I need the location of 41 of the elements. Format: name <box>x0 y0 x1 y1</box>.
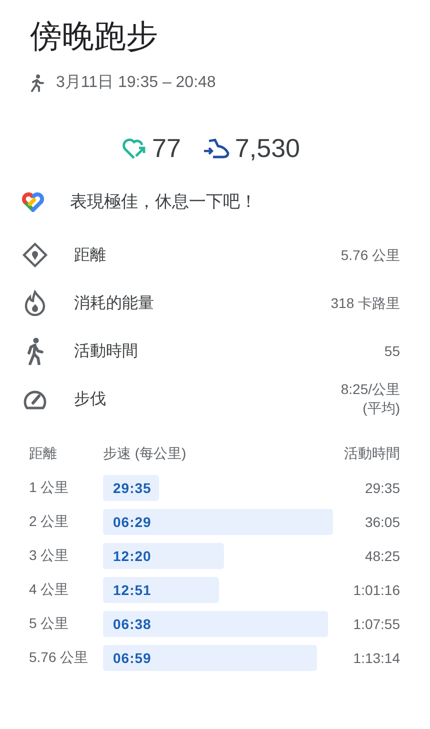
metric-value: 8:25/公里 (平均) <box>340 380 400 418</box>
split-time: 29:35 <box>364 480 400 496</box>
split-distance: 5 公里 <box>29 615 70 633</box>
metric-label: 步伐 <box>74 390 107 410</box>
metric-value: 5.76 公里 <box>340 246 400 264</box>
location-diamond-icon <box>22 242 48 268</box>
pace-value: 12:20 <box>113 547 152 565</box>
metric-value: 318 卡路里 <box>330 294 400 312</box>
column-header: 距離 <box>29 445 58 463</box>
encouragement-message: 表現極佳，休息一下吧！ <box>70 191 257 213</box>
split-distance: 2 公里 <box>29 513 70 531</box>
activity-date-time: 3月11日 19:35 – 20:48 <box>56 73 216 93</box>
pace-value: 06:29 <box>113 513 152 531</box>
column-header: 步速 (每公里) <box>103 445 188 463</box>
pace-value: 06:59 <box>113 649 152 667</box>
metric-label: 活動時間 <box>74 342 139 362</box>
flame-icon <box>24 290 46 316</box>
pace-value: 12:51 <box>113 581 152 599</box>
split-distance: 5.76 公里 <box>29 649 90 667</box>
column-header: 活動時間 <box>343 445 400 463</box>
split-time: 1:13:14 <box>352 650 400 666</box>
split-time: 1:01:16 <box>352 582 400 598</box>
heart-logo-icon <box>22 192 44 212</box>
pace-value: 06:38 <box>113 615 152 633</box>
split-time: 48:25 <box>364 548 400 564</box>
walking-person-icon <box>25 337 45 365</box>
running-person-icon <box>30 74 44 92</box>
pace-value: 29:35 <box>113 479 152 497</box>
heart-arrow-icon <box>122 136 148 160</box>
split-time: 36:05 <box>364 514 400 530</box>
speedometer-icon <box>22 388 48 410</box>
activity-title: 傍晚跑步 <box>30 17 159 56</box>
metric-value: 55 <box>384 342 400 360</box>
metric-label: 消耗的能量 <box>74 294 155 314</box>
heart-points-value: 77 <box>152 133 181 164</box>
metric-label: 距離 <box>74 246 107 266</box>
split-distance: 1 公里 <box>29 479 70 497</box>
split-distance: 3 公里 <box>29 547 70 565</box>
split-time: 1:07:55 <box>352 616 400 632</box>
split-distance: 4 公里 <box>29 581 70 599</box>
steps-value: 7,530 <box>234 133 300 164</box>
